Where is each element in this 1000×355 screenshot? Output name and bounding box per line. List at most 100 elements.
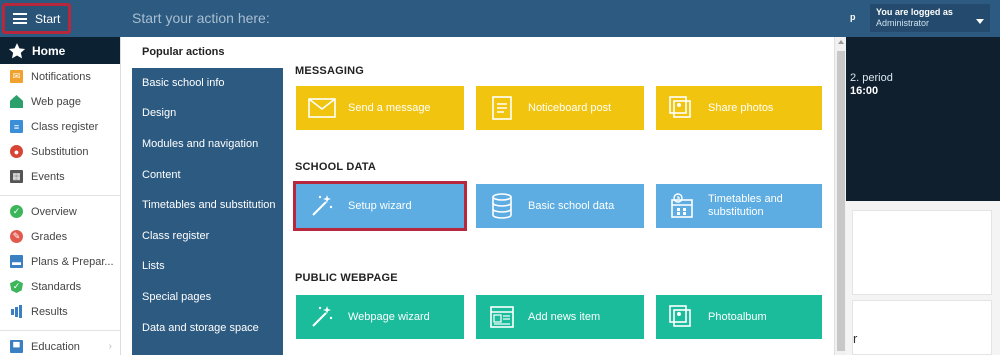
chevron-down-icon: [976, 19, 984, 24]
tile-label: Noticeboard post: [528, 101, 612, 114]
tile-label: Photoalbum: [708, 310, 767, 323]
start-label: Start: [35, 11, 61, 26]
hamburger-icon: [13, 13, 27, 24]
category-lists[interactable]: Lists: [132, 251, 283, 282]
sidebar-item-notifications[interactable]: ✉ Notifications: [0, 64, 120, 89]
sidebar-item-label: Education: [31, 340, 80, 353]
sidebar-divider: [0, 324, 120, 331]
sidebar-item-label: Class register: [31, 120, 99, 133]
notice-icon: [476, 96, 528, 120]
calendar-icon: ▦: [10, 170, 23, 183]
logged-as-label: You are logged as: [876, 7, 953, 17]
sidebar-item-class-register[interactable]: ≡ Class register: [0, 114, 120, 139]
sidebar-item-overview[interactable]: ✓ Overview: [0, 199, 120, 224]
tile-label: Send a message: [348, 101, 431, 114]
sidebar-item-education[interactable]: ▀ Education ›: [0, 334, 120, 355]
sidebar-item-grades[interactable]: ✎ Grades: [0, 224, 120, 249]
setup-wizard-tile[interactable]: Setup wizard: [293, 181, 467, 231]
tile-label: Webpage wizard: [348, 310, 430, 323]
grades-icon: ✎: [10, 230, 23, 243]
left-sidebar: Home ✉ Notifications Web page ≡ Class re…: [0, 37, 121, 355]
category-content[interactable]: Content: [132, 159, 283, 190]
top-bar: Start Start your action here: p You are …: [0, 0, 1000, 37]
section-title-school-data: SCHOOL DATA: [295, 161, 377, 173]
check-icon: ✓: [10, 205, 23, 218]
photos-icon: [656, 305, 708, 329]
chevron-right-icon: ›: [108, 341, 112, 352]
content-card: r: [852, 300, 992, 355]
shield-check-icon: ✓: [10, 280, 23, 293]
sidebar-item-web-page[interactable]: Web page: [0, 89, 120, 114]
section-title-public-webpage: PUBLIC WEBPAGE: [295, 272, 398, 284]
sidebar-item-label: Standards: [31, 280, 82, 293]
category-popular-actions[interactable]: Popular actions: [132, 37, 283, 68]
period-label: 2. period: [850, 72, 893, 84]
sidebar-item-plans[interactable]: ▬ Plans & Prepar...: [0, 249, 120, 274]
user-role: Administrator: [876, 18, 930, 28]
sidebar-item-label: Overview: [31, 205, 77, 218]
tile-label: Basic school data: [528, 199, 615, 212]
start-button[interactable]: Start: [2, 3, 71, 34]
scroll-up-icon[interactable]: [838, 40, 844, 44]
sidebar-item-events[interactable]: ▦ Events: [0, 164, 120, 189]
database-icon: [476, 193, 528, 219]
substitution-icon: ●: [10, 145, 23, 158]
action-search-input[interactable]: Start your action here:: [132, 0, 834, 37]
webpage-wizard-tile[interactable]: Webpage wizard: [296, 295, 464, 339]
magic-wand-icon: [296, 304, 348, 330]
sidebar-item-standards[interactable]: ✓ Standards: [0, 274, 120, 299]
envelope-icon: ✉: [10, 70, 23, 83]
photos-icon: [656, 96, 708, 120]
send-message-tile[interactable]: Send a message: [296, 86, 464, 130]
education-icon: ▀: [10, 340, 23, 353]
category-timetables-substitution[interactable]: Timetables and substitution: [132, 190, 283, 221]
photoalbum-tile[interactable]: Photoalbum: [656, 295, 822, 339]
add-news-item-tile[interactable]: Add news item: [476, 295, 644, 339]
basic-school-data-tile[interactable]: Basic school data: [476, 184, 644, 228]
bar-chart-icon: [10, 305, 23, 318]
sidebar-item-label: Substitution: [31, 145, 89, 158]
timetables-substitution-tile[interactable]: Timetables and substitution: [656, 184, 822, 228]
star-icon: [8, 42, 26, 58]
category-basic-school-info[interactable]: Basic school info: [132, 68, 283, 99]
sidebar-item-label: Events: [31, 170, 65, 183]
category-data-storage[interactable]: Data and storage space: [132, 312, 283, 343]
user-menu[interactable]: You are logged as Administrator: [870, 4, 990, 32]
calendar-clock-icon: [656, 193, 708, 219]
sidebar-item-label: Grades: [31, 230, 68, 243]
sidebar-item-label: Notifications: [31, 70, 91, 83]
sidebar-item-substitution[interactable]: ● Substitution: [0, 139, 120, 164]
sidebar-item-label: Web page: [31, 95, 81, 108]
category-class-register[interactable]: Class register: [132, 221, 283, 252]
content-card: [852, 210, 992, 295]
sidebar-item-label: Home: [32, 43, 66, 58]
period-time: 16:00: [850, 85, 879, 97]
top-bar-partial-text: p: [850, 12, 856, 22]
sidebar-item-label: Results: [31, 305, 68, 318]
register-icon: ≡: [10, 120, 23, 133]
sidebar-divider: [0, 189, 120, 196]
menu-categories: Popular actions Basic school info Design…: [132, 37, 283, 355]
envelope-icon: [296, 98, 348, 118]
scrollbar-thumb[interactable]: [837, 51, 845, 351]
house-icon: [10, 95, 23, 108]
partial-text: r: [853, 331, 858, 346]
newspaper-icon: [476, 306, 528, 328]
category-design[interactable]: Design: [132, 98, 283, 129]
noticeboard-post-tile[interactable]: Noticeboard post: [476, 86, 644, 130]
tile-label: Timetables and substitution: [708, 193, 783, 218]
magic-wand-icon: [296, 193, 348, 219]
timetable-panel: 2. period 16:00: [846, 37, 1000, 201]
plans-icon: ▬: [10, 255, 23, 268]
tile-label: Setup wizard: [348, 199, 412, 212]
sidebar-item-label: Plans & Prepar...: [31, 255, 114, 268]
share-photos-tile[interactable]: Share photos: [656, 86, 822, 130]
menu-scrollbar[interactable]: [834, 37, 846, 355]
sidebar-item-home[interactable]: Home: [0, 37, 120, 64]
tile-label: Share photos: [708, 101, 774, 114]
section-title-messaging: MESSAGING: [295, 65, 365, 77]
category-modules-navigation[interactable]: Modules and navigation: [132, 129, 283, 160]
sidebar-item-results[interactable]: Results: [0, 299, 120, 324]
tile-label: Add news item: [528, 310, 601, 323]
category-special-pages[interactable]: Special pages: [132, 282, 283, 313]
